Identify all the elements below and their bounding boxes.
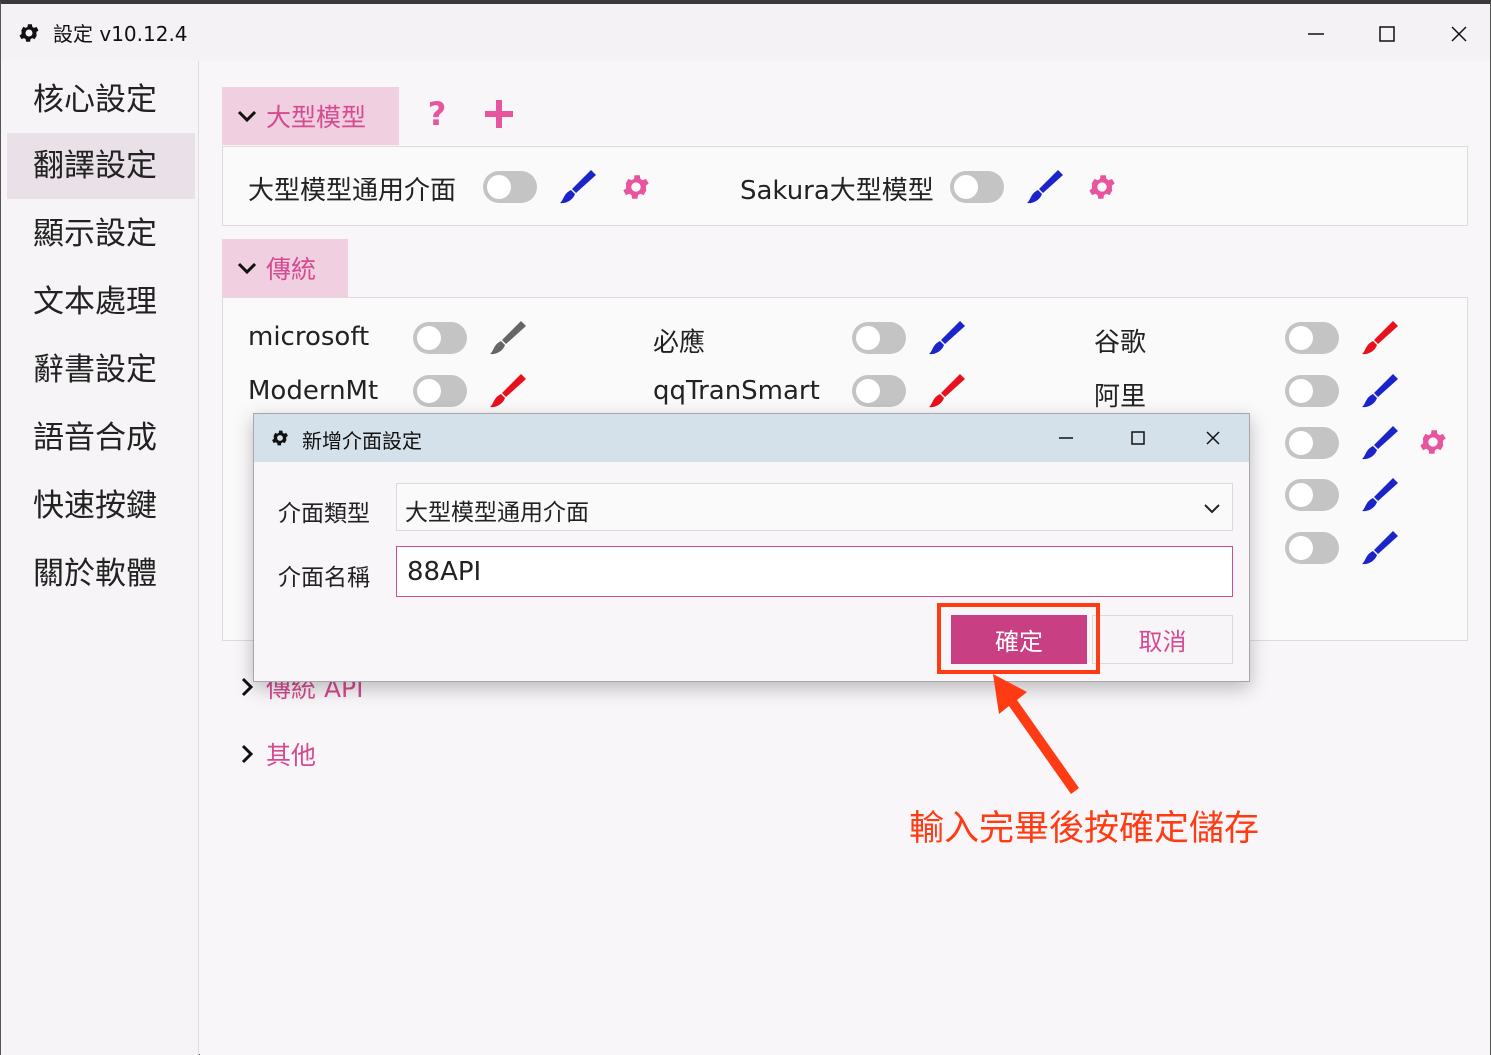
maximize-icon	[1131, 431, 1145, 445]
toggle-llm-generic[interactable]	[483, 171, 537, 203]
interface-type-value: 大型模型通用介面	[405, 500, 589, 526]
section-title-llm: 大型模型	[266, 103, 367, 132]
brush-icon[interactable]	[927, 371, 967, 411]
section-title-other: 其他	[266, 741, 317, 770]
annotation-text: 輸入完畢後按確定儲存	[909, 809, 1260, 849]
item-label-google: 谷歌	[1094, 328, 1147, 358]
sidebar-item-about[interactable]: 關於軟體	[7, 541, 195, 607]
dialog-maximize-button[interactable]	[1112, 420, 1164, 456]
brush-icon[interactable]	[1360, 371, 1400, 411]
brush-icon[interactable]	[558, 167, 598, 207]
item-label-microsoft: microsoft	[248, 322, 370, 352]
brush-icon[interactable]	[1025, 167, 1065, 207]
interface-type-select[interactable]: 大型模型通用介面	[396, 483, 1233, 531]
minimize-icon	[1059, 437, 1073, 439]
section-title-traditional: 傳統	[266, 255, 317, 284]
toggle-modernmt[interactable]	[413, 375, 467, 407]
gear-icon[interactable]	[620, 171, 652, 203]
toggle-row4[interactable]	[1285, 479, 1339, 511]
item-label-ali: 阿里	[1094, 382, 1147, 412]
minimize-icon	[1308, 33, 1324, 35]
gear-icon[interactable]	[1417, 426, 1449, 458]
dialog-close-button[interactable]	[1187, 420, 1239, 456]
annotation-arrow	[993, 674, 1079, 794]
close-button[interactable]	[1429, 12, 1489, 56]
dialog-title: 新增介面設定	[302, 429, 422, 453]
add-interface-dialog: 新增介面設定 介面類型 大型模型通用介面 介面名稱 確定 取消	[253, 413, 1250, 682]
toggle-google[interactable]	[1285, 322, 1339, 354]
maximize-icon	[1379, 26, 1395, 42]
maximize-button[interactable]	[1357, 12, 1417, 56]
sidebar-item-dictionary[interactable]: 辭書設定	[7, 337, 195, 403]
brush-icon[interactable]	[488, 371, 528, 411]
title-bar: 設定 v10.12.4	[1, 4, 1490, 61]
add-icon[interactable]	[484, 99, 514, 129]
brush-icon[interactable]	[1360, 475, 1400, 515]
chevron-down-icon	[237, 262, 257, 275]
toggle-bing[interactable]	[852, 322, 906, 354]
llm-panel: 大型模型通用介面 Sakura大型模型	[222, 146, 1468, 226]
minimize-button[interactable]	[1286, 12, 1346, 56]
gear-icon	[272, 430, 288, 446]
brush-icon[interactable]	[1360, 423, 1400, 463]
sidebar-item-translation[interactable]: 翻譯設定	[7, 133, 195, 199]
item-label-llm-generic: 大型模型通用介面	[248, 176, 457, 206]
chevron-down-icon	[1204, 504, 1220, 514]
toggle-ali[interactable]	[1285, 375, 1339, 407]
sidebar-item-hotkeys[interactable]: 快速按鍵	[7, 473, 195, 539]
chevron-right-icon	[241, 744, 254, 764]
sidebar-item-display[interactable]: 顯示設定	[7, 201, 195, 267]
dialog-minimize-button[interactable]	[1040, 420, 1092, 456]
toggle-sakura[interactable]	[950, 171, 1004, 203]
brush-icon[interactable]	[1360, 318, 1400, 358]
svg-text:?: ?	[428, 97, 447, 131]
interface-name-input[interactable]	[396, 546, 1233, 597]
help-icon[interactable]: ?	[424, 97, 450, 131]
interface-type-label: 介面類型	[278, 501, 370, 527]
close-icon	[1206, 431, 1220, 445]
chevron-down-icon	[237, 110, 257, 123]
toggle-row5[interactable]	[1285, 532, 1339, 564]
item-label-sakura: Sakura大型模型	[740, 176, 934, 206]
section-header-traditional[interactable]: 傳統	[222, 239, 348, 297]
item-label-qqtransmart: qqTranSmart	[653, 376, 820, 406]
toggle-qqtransmart[interactable]	[852, 375, 906, 407]
interface-name-label: 介面名稱	[278, 565, 370, 591]
section-header-other[interactable]: 其他	[236, 736, 316, 772]
window-title: 設定 v10.12.4	[53, 22, 188, 46]
gear-icon[interactable]	[1086, 171, 1118, 203]
annotation-highlight-box	[937, 603, 1100, 674]
section-header-llm[interactable]: 大型模型	[222, 87, 399, 145]
brush-icon[interactable]	[927, 318, 967, 358]
item-label-modernmt: ModernMt	[248, 376, 379, 406]
dialog-title-bar: 新增介面設定	[254, 414, 1249, 462]
cancel-button[interactable]: 取消	[1092, 615, 1233, 664]
gear-icon	[19, 24, 39, 42]
brush-icon[interactable]	[1360, 528, 1400, 568]
sidebar-item-text-processing[interactable]: 文本處理	[7, 269, 195, 335]
toggle-microsoft[interactable]	[413, 322, 467, 354]
brush-icon[interactable]	[488, 318, 528, 358]
item-label-bing: 必應	[653, 328, 706, 358]
toggle-row3[interactable]	[1285, 427, 1339, 459]
sidebar-item-tts[interactable]: 語音合成	[7, 405, 195, 471]
sidebar-item-core[interactable]: 核心設定	[7, 67, 195, 133]
sidebar: 核心設定 翻譯設定 顯示設定 文本處理 辭書設定 語音合成 快速按鍵 關於軟體	[1, 61, 199, 1055]
close-icon	[1451, 26, 1467, 42]
